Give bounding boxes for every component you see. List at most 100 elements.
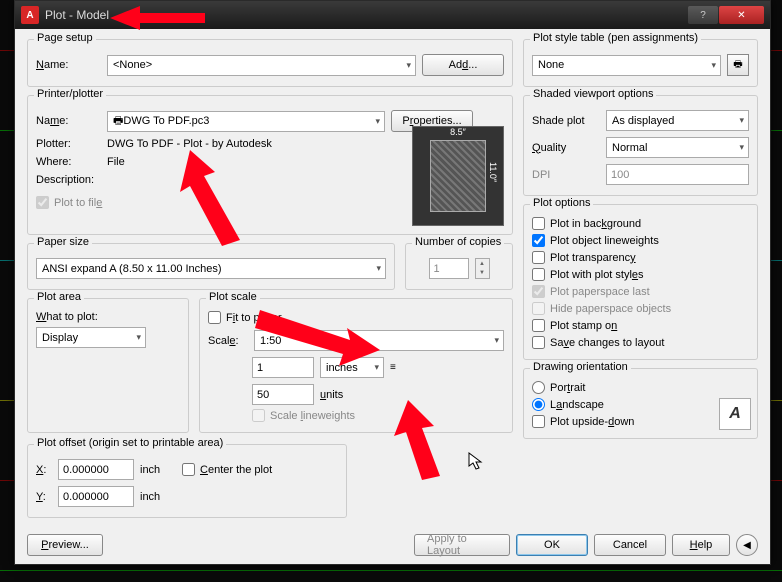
scale-lineweights-label: Scale lineweights: [270, 410, 355, 422]
orientation-icon: A: [719, 398, 751, 430]
plot-stamp-label: Plot stamp on: [550, 320, 617, 332]
titlebar[interactable]: A Plot - Model ? ✕: [15, 1, 770, 29]
where-value: File: [107, 156, 125, 168]
page-setup-group: Page setup Name: <None> Add...: [27, 39, 513, 87]
orientation-legend: Drawing orientation: [530, 361, 631, 373]
y-label: Y:: [36, 491, 52, 503]
paper-size-select[interactable]: ANSI expand A (8.50 x 11.00 Inches): [36, 258, 386, 279]
center-plot-label: Center the plot: [200, 464, 272, 476]
collapse-button[interactable]: ◀: [736, 534, 758, 556]
scale-value-1-input[interactable]: 1: [252, 357, 314, 378]
plot-scale-legend: Plot scale: [206, 291, 260, 303]
printer-name-select[interactable]: 🖶 DWG To PDF.pc3: [107, 111, 385, 132]
plot-trans-label: Plot transparency: [550, 252, 636, 264]
shade-plot-label: Shade plot: [532, 115, 600, 127]
y-input[interactable]: 0.000000: [58, 486, 134, 507]
paper-size-legend: Paper size: [34, 236, 92, 248]
plotter-value: DWG To PDF - Plot - by Autodesk: [107, 138, 272, 150]
fit-to-paper-label: Fit to paper: [226, 312, 282, 324]
shade-plot-select[interactable]: As displayed: [606, 110, 749, 131]
printer-name-label: Name:: [36, 115, 101, 127]
copies-legend: Number of copies: [412, 236, 504, 248]
copies-spinner: ▲▼: [475, 258, 490, 279]
help-button[interactable]: ?: [688, 6, 718, 24]
plot-bg-label: Plot in background: [550, 218, 641, 230]
paper-width-label: 8.5″: [431, 127, 485, 137]
scale-value-2-input[interactable]: 50: [252, 384, 314, 405]
plot-styles-label: Plot with plot styles: [550, 269, 644, 281]
x-unit-label: inch: [140, 464, 176, 476]
x-input[interactable]: 0.000000: [58, 459, 134, 480]
quality-select[interactable]: Normal: [606, 137, 749, 158]
plot-lw-label: Plot object lineweights: [550, 235, 659, 247]
cancel-button[interactable]: Cancel: [594, 534, 666, 556]
plot-dialog: A Plot - Model ? ✕ Page setup Name: <Non…: [14, 0, 771, 565]
add-button[interactable]: Add...: [422, 54, 504, 76]
plot-options-group: Plot options Plot in background Plot obj…: [523, 204, 758, 360]
plot-options-legend: Plot options: [530, 197, 593, 209]
what-to-plot-label: What to plot:: [36, 311, 180, 323]
page-setup-name-select[interactable]: <None>: [107, 55, 416, 76]
center-plot-checkbox[interactable]: [182, 463, 195, 476]
plot-lw-checkbox[interactable]: [532, 234, 545, 247]
plot-scale-group: Plot scale Fit to paper Scale:1:50 1 inc…: [199, 298, 513, 433]
landscape-label: Landscape: [550, 399, 604, 411]
plot-to-file-checkbox: [36, 196, 49, 209]
paper-height-label: 11.0″: [488, 162, 498, 182]
equals-icon: ≡: [390, 362, 396, 373]
printer-group: Printer/plotter Name: 🖶 DWG To PDF.pc3 P…: [27, 95, 513, 235]
quality-label: Quality: [532, 142, 600, 154]
plot-to-file-label: Plot to file: [54, 197, 102, 209]
desc-label: Description:: [36, 174, 101, 186]
plot-bg-checkbox[interactable]: [532, 217, 545, 230]
plot-offset-legend: Plot offset (origin set to printable are…: [34, 437, 226, 449]
y-unit-label: inch: [140, 491, 160, 503]
dpi-label: DPI: [532, 169, 600, 181]
save-changes-checkbox[interactable]: [532, 336, 545, 349]
paper-size-group: Paper size ANSI expand A (8.50 x 11.00 I…: [27, 243, 395, 290]
ok-button[interactable]: OK: [516, 534, 588, 556]
where-label: Where:: [36, 156, 101, 168]
scale-select[interactable]: 1:50: [254, 330, 504, 351]
page-setup-name-label: Name:: [36, 59, 101, 71]
plot-style-select[interactable]: None: [532, 55, 721, 76]
landscape-radio[interactable]: [532, 398, 545, 411]
apply-to-layout-button: Apply to Layout: [414, 534, 510, 556]
hide-pspace-label: Hide paperspace objects: [550, 303, 671, 315]
shaded-viewport-group: Shaded viewport options Shade plotAs dis…: [523, 95, 758, 196]
x-label: X:: [36, 464, 52, 476]
upside-down-label: Plot upside-down: [550, 416, 634, 428]
fit-to-paper-checkbox[interactable]: [208, 311, 221, 324]
help-button-bottom[interactable]: Help: [672, 534, 730, 556]
save-changes-label: Save changes to layout: [550, 337, 664, 349]
printer-legend: Printer/plotter: [34, 88, 106, 100]
plot-pspace-checkbox: [532, 285, 545, 298]
paper-preview: 8.5″ 11.0″: [412, 126, 504, 226]
orientation-group: Drawing orientation Portrait Landscape P…: [523, 368, 758, 439]
preview-button[interactable]: Preview...: [27, 534, 103, 556]
plot-pspace-label: Plot paperspace last: [550, 286, 650, 298]
hide-pspace-checkbox: [532, 302, 545, 315]
copies-group: Number of copies 1 ▲▼: [405, 243, 513, 290]
plot-style-table-legend: Plot style table (pen assignments): [530, 32, 701, 44]
upside-down-checkbox[interactable]: [532, 415, 545, 428]
shaded-viewport-legend: Shaded viewport options: [530, 88, 656, 100]
portrait-label: Portrait: [550, 382, 585, 394]
plotter-label: Plotter:: [36, 138, 101, 150]
plot-style-table-group: Plot style table (pen assignments) None …: [523, 39, 758, 87]
plot-style-edit-button[interactable]: 🖶: [727, 54, 749, 76]
copies-input: 1: [429, 258, 469, 279]
plot-styles-checkbox[interactable]: [532, 268, 545, 281]
window-title: Plot - Model: [45, 8, 688, 22]
app-icon: A: [21, 6, 39, 24]
close-button[interactable]: ✕: [719, 6, 764, 24]
plot-trans-checkbox[interactable]: [532, 251, 545, 264]
what-to-plot-select[interactable]: Display: [36, 327, 146, 348]
portrait-radio[interactable]: [532, 381, 545, 394]
dpi-input: 100: [606, 164, 749, 185]
plot-stamp-checkbox[interactable]: [532, 319, 545, 332]
page-setup-legend: Page setup: [34, 32, 96, 44]
plot-offset-group: Plot offset (origin set to printable are…: [27, 444, 347, 518]
plot-area-group: Plot area What to plot: Display: [27, 298, 189, 433]
scale-unit-select[interactable]: inches: [320, 357, 384, 378]
